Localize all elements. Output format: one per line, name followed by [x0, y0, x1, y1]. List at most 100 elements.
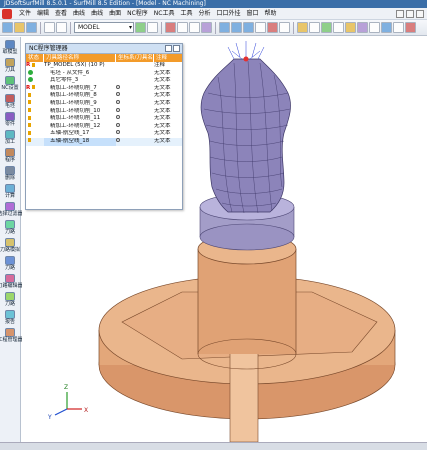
sidebar-item-label: 刀路模拟: [0, 247, 21, 253]
table-row[interactable]: 其它零件_3 无文本: [26, 77, 182, 85]
table-row[interactable]: R TP_MODEL (5X) (10 P) 注释: [26, 62, 182, 70]
menu-surface[interactable]: 曲面: [106, 8, 124, 20]
color-icon[interactable]: [165, 22, 176, 33]
row-name: 精加工-环绕切削_12: [50, 122, 101, 129]
window-pin-icon[interactable]: [165, 45, 172, 52]
sidebar-item-9[interactable]: 选择过滤器: [0, 202, 23, 217]
open-icon[interactable]: [14, 22, 25, 33]
tool-icon: [116, 84, 120, 89]
sidebar-item-6[interactable]: 程序: [0, 148, 20, 163]
sidebar-item-2[interactable]: NC设置: [0, 76, 20, 91]
close-icon[interactable]: [416, 9, 424, 18]
sidebar-item-0[interactable]: 取模型: [0, 40, 20, 55]
view-front-icon[interactable]: [231, 22, 242, 33]
layer-select[interactable]: MODEL: [74, 22, 134, 33]
sidebar-item-4[interactable]: 零件: [0, 112, 20, 127]
lock-icon[interactable]: [28, 108, 31, 113]
sidebar-item-11[interactable]: 刀路模拟: [0, 238, 20, 253]
sidebar-item-15[interactable]: 报告: [0, 310, 20, 325]
menu-window[interactable]: 窗口: [244, 8, 262, 20]
menu-analysis[interactable]: 分析: [195, 8, 213, 20]
render-icon[interactable]: [279, 22, 290, 33]
view-top-icon[interactable]: [219, 22, 230, 33]
zoom-icon[interactable]: [255, 22, 266, 33]
menu-view[interactable]: 查看: [52, 8, 70, 20]
table-row[interactable]: 精加工-环绕切削_9 无文本: [26, 99, 182, 108]
restore-icon[interactable]: [406, 9, 414, 18]
lock-icon[interactable]: [28, 92, 31, 97]
status-bar: [0, 442, 427, 450]
lock-icon[interactable]: [32, 62, 36, 67]
menu-help[interactable]: 帮助: [262, 8, 280, 20]
menu-curve-2[interactable]: 曲线: [88, 8, 106, 20]
sidebar-item-7[interactable]: 删除: [0, 166, 20, 181]
grid-icon[interactable]: [309, 22, 320, 33]
col-name[interactable]: 刀具路径名称: [44, 54, 116, 62]
table-row[interactable]: R 精加工-环绕切削_7 无文本: [26, 84, 182, 93]
col-status[interactable]: 状态: [26, 54, 44, 62]
new-icon[interactable]: [2, 22, 13, 33]
select-icon[interactable]: [201, 22, 212, 33]
measure-icon[interactable]: [297, 22, 308, 33]
sidebar-item-label: 零件: [4, 121, 15, 127]
view-iso-icon[interactable]: [243, 22, 254, 33]
table-row[interactable]: 精加工-环绕切削_10 无文本: [26, 107, 182, 116]
table-row[interactable]: 五轴-航空线_17 无文本: [26, 130, 182, 138]
simulate-icon[interactable]: [369, 22, 380, 33]
menu-edit[interactable]: 编辑: [34, 8, 52, 20]
table-row[interactable]: 毛坯 - 从文件_6 无文本: [26, 69, 182, 78]
row-note: 无文本: [154, 130, 171, 137]
app-logo-icon[interactable]: [2, 8, 12, 19]
menu-nc-tools[interactable]: NC工具: [151, 8, 178, 20]
sidebar-item-1[interactable]: 刀具: [0, 58, 20, 73]
table-row[interactable]: 精加工-环绕切削_8 无文本: [26, 92, 182, 100]
save-icon[interactable]: [26, 22, 37, 33]
menu-file[interactable]: 文件: [16, 8, 34, 20]
row-name: 精加工-环绕切削_8: [50, 92, 97, 99]
cursor-icon[interactable]: [189, 22, 200, 33]
lock-icon[interactable]: [28, 123, 31, 128]
row-name: 其它零件_3: [50, 77, 79, 84]
check-icon[interactable]: [28, 77, 33, 83]
point-icon[interactable]: [333, 22, 344, 33]
undo-icon[interactable]: [44, 22, 55, 33]
sidebar-item-8[interactable]: 计算: [0, 184, 20, 199]
lock-icon[interactable]: [28, 115, 31, 120]
sidebar-item-16[interactable]: 工程管理器: [0, 328, 23, 343]
light-icon[interactable]: [345, 22, 356, 33]
check-icon[interactable]: [28, 69, 33, 75]
col-note[interactable]: 注释: [154, 54, 182, 62]
snap-icon[interactable]: [321, 22, 332, 33]
sidebar-item-14[interactable]: 刀路: [0, 292, 20, 307]
sidebar-item-12[interactable]: 刀路: [0, 256, 20, 271]
lock-icon[interactable]: [32, 85, 36, 90]
lock-icon[interactable]: [28, 138, 31, 143]
sidebar-item-5[interactable]: 加工: [0, 130, 20, 145]
display-mode-icon[interactable]: [267, 22, 278, 33]
minimize-icon[interactable]: [396, 9, 404, 18]
sidebar-item-10[interactable]: 刀路: [0, 220, 20, 235]
menu-curve[interactable]: 曲线: [70, 8, 88, 20]
table-row[interactable]: 五轴-航空线_18 无文本: [26, 137, 182, 146]
col-tool[interactable]: 坐标系/刀具名称: [116, 54, 154, 62]
menu-tools[interactable]: 工具: [177, 8, 195, 20]
layer-icon[interactable]: [135, 22, 146, 33]
window-close-icon[interactable]: [173, 45, 180, 52]
lock-icon[interactable]: [28, 100, 31, 105]
table-row[interactable]: 精加工-环绕切削_11 无文本: [26, 115, 182, 123]
stop-icon[interactable]: [405, 22, 416, 33]
tree-rows: R TP_MODEL (5X) (10 P) 注释 毛坯 - 从文件_6 无文本 其它零件…: [26, 62, 182, 146]
machine-icon[interactable]: [381, 22, 392, 33]
sidebar-item-3[interactable]: 毛坯: [0, 94, 20, 109]
redo-icon[interactable]: [56, 22, 67, 33]
options-icon[interactable]: [393, 22, 404, 33]
row-note: 无文本: [154, 137, 171, 144]
sidebar-item-13[interactable]: 刀路编辑器: [0, 274, 23, 289]
menu-nc-program[interactable]: NC程序: [124, 8, 151, 20]
layer-manager-icon[interactable]: [147, 22, 158, 33]
lock-icon[interactable]: [28, 130, 31, 135]
line-icon[interactable]: [177, 22, 188, 33]
toolpath-icon[interactable]: [357, 22, 368, 33]
menu-plugin[interactable]: 口口外挂: [214, 8, 244, 20]
table-row[interactable]: 精加工-环绕切削_12 无文本: [26, 122, 182, 131]
